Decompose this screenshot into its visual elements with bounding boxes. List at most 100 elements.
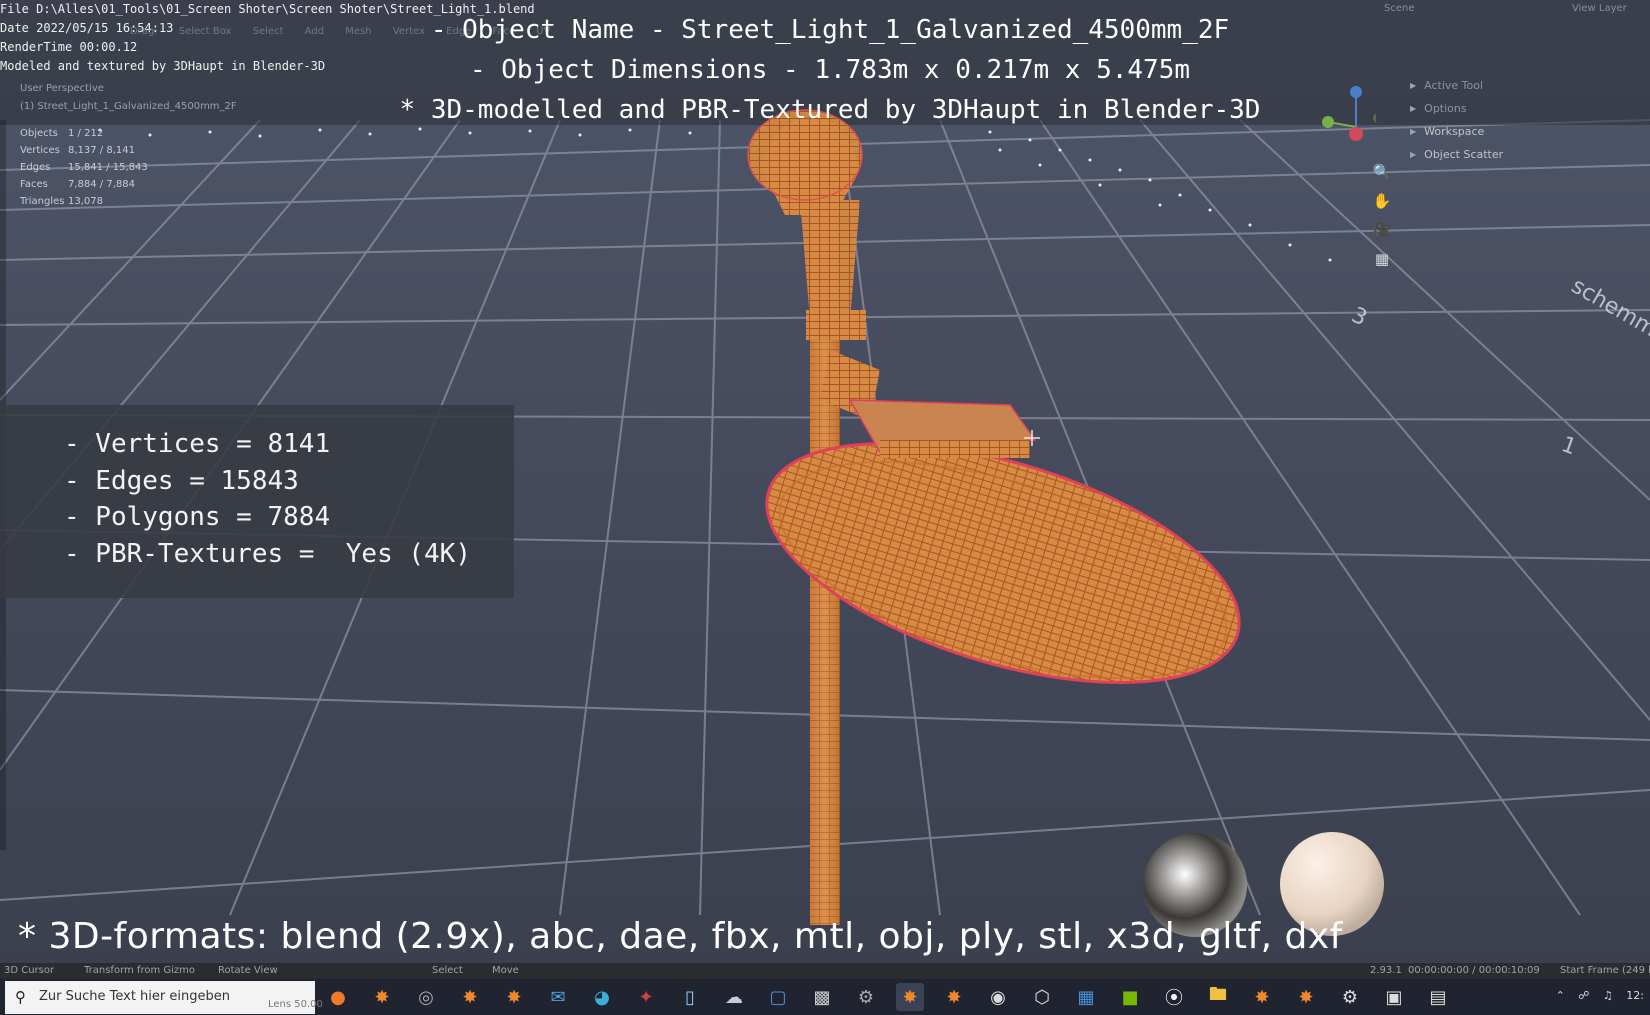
stat-label: Edges xyxy=(20,162,51,173)
navigation-gizmo-icon[interactable] xyxy=(1316,82,1376,152)
blender-active-icon[interactable]: ✸ xyxy=(896,983,924,1011)
stat-label: Triangles xyxy=(20,196,65,207)
blender-icon[interactable]: ✸ xyxy=(456,983,484,1011)
grid-icon[interactable]: ▦ xyxy=(1370,247,1394,271)
info-textures: - PBR-Textures = Yes (4K) xyxy=(64,538,471,569)
system-tray: ⌃ ☍ ♫ 12: xyxy=(1546,989,1644,1002)
calendar-icon[interactable]: ▦ xyxy=(1072,983,1100,1011)
info-edges: - Edges = 15843 xyxy=(64,465,299,496)
tray-chevron-icon[interactable]: ⌃ xyxy=(1556,989,1565,1002)
stat-row: Objects 1 / 212 xyxy=(20,125,148,142)
app-icon[interactable]: ⦿ xyxy=(1160,983,1188,1011)
panel-label: Workspace xyxy=(1424,125,1485,138)
tray-clock[interactable]: 12: xyxy=(1626,989,1644,1002)
active-object-label: (1) Street_Light_1_Galvanized_4500mm_2F xyxy=(20,101,237,112)
drag-label: Drag: xyxy=(130,26,158,37)
status-rotate: Rotate View xyxy=(218,965,278,976)
stat-label: Faces xyxy=(20,179,48,190)
status-time: 00:00:00:00 / 00:00:10:09 xyxy=(1408,965,1540,976)
mail-icon[interactable]: ✉ xyxy=(544,983,572,1011)
top-right-header: Scene View Layer xyxy=(1320,0,1650,18)
select-menu[interactable]: Select xyxy=(253,26,284,37)
credit-title: * 3D-modelled and PBR-Textured by 3DHaup… xyxy=(399,95,1261,125)
status-move: Move xyxy=(492,965,519,976)
stat-value: 13,078 xyxy=(68,196,103,207)
info-polygons: - Polygons = 7884 xyxy=(64,502,331,532)
crosshair-cursor-icon xyxy=(1024,430,1040,446)
windows-taskbar: ⚲ Zur Suche Text hier eingeben Lens 50.0… xyxy=(0,979,1650,1015)
stat-value: 15,841 / 15,843 xyxy=(68,162,148,173)
scene-selector[interactable]: Scene xyxy=(1384,3,1415,14)
edge-browser-icon[interactable]: ◕ xyxy=(588,983,616,1011)
lens-label: Lens 50.00 xyxy=(268,999,323,1010)
add-menu[interactable]: Add xyxy=(305,26,324,37)
status-bar: 3D Cursor Transform from Gizmo Rotate Vi… xyxy=(0,963,1650,979)
expand-arrow-icon: ▶ xyxy=(1410,127,1417,136)
navigation-tools: 🔍 ✋ 🎥 ▦ xyxy=(1370,160,1394,276)
nvidia-icon[interactable]: ■ xyxy=(1116,983,1144,1011)
stat-label: Vertices xyxy=(20,145,60,156)
blender-icon[interactable]: ✸ xyxy=(1292,983,1320,1011)
app-icon[interactable]: ✦ xyxy=(632,983,660,1011)
panel-options[interactable]: ▶ Options xyxy=(1410,97,1503,120)
formats-caption: * 3D-formats: blend (2.9x), abc, dae, fb… xyxy=(18,916,1343,957)
panda-icon[interactable]: ◉ xyxy=(984,983,1012,1011)
status-transform: Transform from Gizmo xyxy=(84,965,196,976)
cube-icon[interactable]: ⬡ xyxy=(1028,983,1056,1011)
tray-volume-icon[interactable]: ♫ xyxy=(1603,989,1613,1002)
panel-active-tool[interactable]: ▶ Active Tool xyxy=(1410,74,1503,97)
status-select: Select xyxy=(432,965,463,976)
camera-icon[interactable]: 🎥 xyxy=(1370,218,1394,242)
folder-icon[interactable]: 🖿 xyxy=(1204,983,1232,1011)
notes-icon[interactable]: ▯ xyxy=(676,983,704,1011)
expand-arrow-icon: ▶ xyxy=(1410,150,1417,159)
gear-icon[interactable]: ⚙ xyxy=(1336,983,1364,1011)
stat-row: Vertices 8,137 / 8,141 xyxy=(20,142,148,159)
search-placeholder: Zur Suche Text hier eingeben xyxy=(39,989,230,1004)
3d-viewport[interactable]: schemmuster 3 1 File D:\Alles\01_Tools\0… xyxy=(0,0,1650,1015)
stat-value: 8,137 / 8,141 xyxy=(68,145,135,156)
tray-network-icon[interactable]: ☍ xyxy=(1578,989,1589,1002)
properties-panel: ▶ Active Tool ▶ Options ▶ Workspace ▶ Object… xyxy=(1410,74,1503,166)
expand-arrow-icon: ▶ xyxy=(1410,81,1417,90)
expand-arrow-icon: ▶ xyxy=(1410,104,1417,113)
blender-icon[interactable]: ✸ xyxy=(368,983,396,1011)
hand-icon[interactable]: ✋ xyxy=(1370,189,1394,213)
blender-icon[interactable]: ✸ xyxy=(500,983,528,1011)
status-version: 2.93.1 xyxy=(1370,965,1402,976)
panel-label: Object Scatter xyxy=(1424,148,1504,161)
select-box-dropdown[interactable]: Select Box xyxy=(179,26,232,37)
stat-value: 1 / 212 xyxy=(68,128,104,139)
mesh-info-box: - Vertices = 8141 - Edges = 15843 - Poly… xyxy=(0,405,514,598)
obs-icon[interactable]: ◎ xyxy=(412,983,440,1011)
stat-label: Objects xyxy=(20,128,58,139)
app-icon[interactable]: ▤ xyxy=(1424,983,1452,1011)
panel-workspace[interactable]: ▶ Workspace xyxy=(1410,120,1503,143)
zoom-icon[interactable]: 🔍 xyxy=(1370,160,1394,184)
app-icon[interactable]: ☁ xyxy=(720,983,748,1011)
status-cursor: 3D Cursor xyxy=(4,965,55,976)
app-icon[interactable]: ▢ xyxy=(764,983,792,1011)
terminal-icon[interactable]: ▩ xyxy=(808,983,836,1011)
panel-label: Options xyxy=(1424,102,1467,115)
panel-object-scatter[interactable]: ▶ Object Scatter xyxy=(1410,143,1503,166)
app-icon[interactable]: ▣ xyxy=(1380,983,1408,1011)
title-overlay: - Object Name - Street_Light_1_Galvanize… xyxy=(330,10,1330,130)
stat-row: Triangles 13,078 xyxy=(20,193,148,210)
viewport-label: User Perspective (1) Street_Light_1_Galv… xyxy=(20,80,237,116)
stat-row: Faces 7,884 / 7,884 xyxy=(20,176,148,193)
perspective-label: User Perspective xyxy=(20,83,104,94)
blender-icon[interactable]: ✸ xyxy=(1248,983,1276,1011)
info-vertices: - Vertices = 8141 xyxy=(64,429,331,459)
app-icon[interactable]: ⚙ xyxy=(852,983,880,1011)
search-icon: ⚲ xyxy=(15,988,26,1006)
view-layer-selector[interactable]: View Layer xyxy=(1572,3,1627,14)
object-dimensions-title: - Object Dimensions - 1.783m x 0.217m x … xyxy=(469,55,1191,85)
panel-label: Active Tool xyxy=(1424,79,1484,92)
blender-icon[interactable]: ✸ xyxy=(940,983,968,1011)
mesh-info-lines: - Vertices = 8141 - Edges = 15843 - Poly… xyxy=(64,426,471,572)
object-name-title: - Object Name - Street_Light_1_Galvanize… xyxy=(430,15,1230,45)
firefox-icon[interactable]: ● xyxy=(324,983,352,1011)
stats-overlay: Objects 1 / 212 Vertices 8,137 / 8,141 Edg… xyxy=(20,125,148,210)
stat-value: 7,884 / 7,884 xyxy=(68,179,135,190)
